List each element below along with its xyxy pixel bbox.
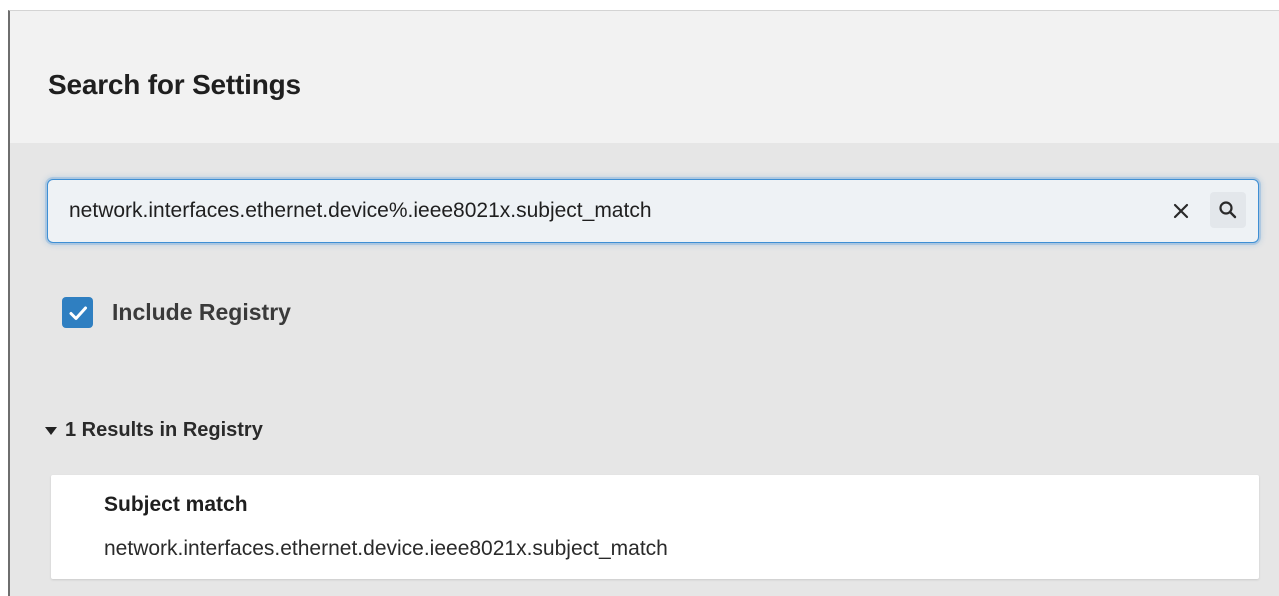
settings-panel: Search for Settings network.interfaces.e… <box>8 10 1279 596</box>
result-item-path: network.interfaces.ethernet.device.ieee8… <box>104 537 668 560</box>
panel-header: Search for Settings <box>10 11 1279 143</box>
close-icon <box>1173 203 1189 219</box>
search-icon <box>1219 201 1237 219</box>
search-input[interactable]: network.interfaces.ethernet.device%.ieee… <box>47 179 1259 243</box>
clear-search-button[interactable] <box>1164 194 1198 228</box>
results-section-toggle[interactable]: 1 Results in Registry <box>45 419 263 442</box>
include-registry-checkbox[interactable] <box>62 297 93 328</box>
checkmark-icon <box>69 306 87 320</box>
caret-down-icon <box>45 426 57 435</box>
search-input-value[interactable]: network.interfaces.ethernet.device%.ieee… <box>69 199 652 223</box>
search-button[interactable] <box>1210 192 1246 228</box>
page-title: Search for Settings <box>48 69 301 100</box>
include-registry-toggle[interactable]: Include Registry <box>62 297 291 328</box>
results-section-title: 1 Results in Registry <box>65 419 263 441</box>
include-registry-label: Include Registry <box>112 299 291 325</box>
result-item[interactable]: Subject match network.interfaces.etherne… <box>51 475 1259 579</box>
result-item-title: Subject match <box>104 493 248 516</box>
